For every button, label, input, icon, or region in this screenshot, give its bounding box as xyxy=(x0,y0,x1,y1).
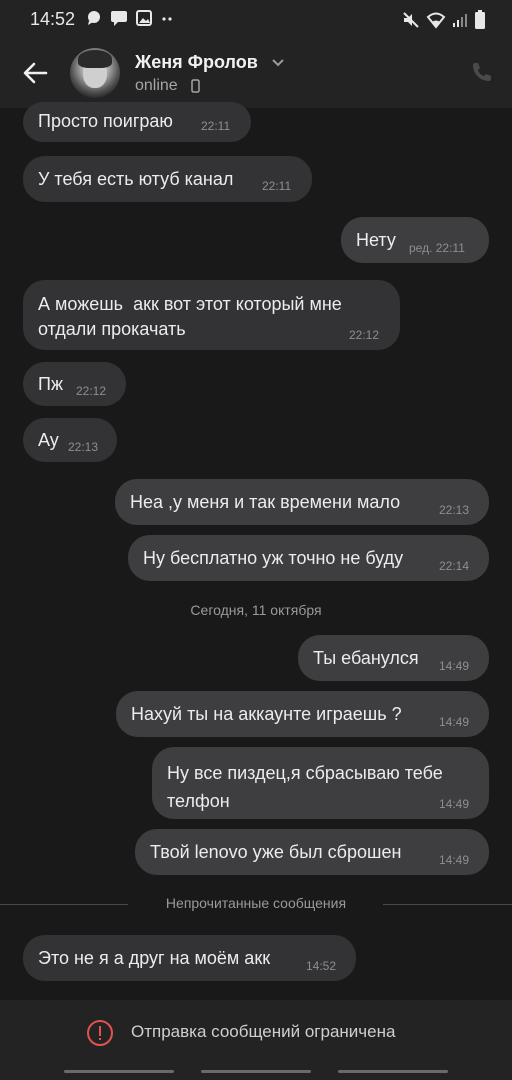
message-bubble-incoming[interactable]: У тебя есть ютуб канал 22:11 xyxy=(23,156,312,202)
status-time: 14:52 xyxy=(30,9,76,29)
unread-separator: Непрочитанные сообщения xyxy=(0,894,512,914)
message-bubble-incoming[interactable]: Пж 22:12 xyxy=(23,362,126,406)
restriction-message: Отправка сообщений ограничена xyxy=(131,1022,396,1041)
message-bubble-incoming[interactable]: Это не я а друг на моём акк 14:52 xyxy=(23,935,356,981)
gallery-notification-icon xyxy=(136,10,152,26)
nav-hint-left[interactable] xyxy=(64,1070,174,1073)
battery-icon xyxy=(475,10,485,29)
message-bubble-outgoing[interactable]: Нету ред. 22:11 xyxy=(341,217,489,263)
message-notification-icon xyxy=(111,11,127,26)
message-text: А можешь акк вот этот который мне отдали… xyxy=(38,294,342,339)
system-icons xyxy=(402,10,486,30)
chat-header: Женя Фролов online xyxy=(0,38,512,108)
message-text: Нету xyxy=(356,230,396,250)
message-text: Это не я а друг на моём акк xyxy=(38,948,271,968)
message-bubble-outgoing[interactable]: Ну бесплатно уж точно не буду 22:14 xyxy=(128,535,489,581)
input-restricted-bar: Отправка сообщений ограничена xyxy=(0,1000,512,1080)
message-bubble-outgoing[interactable]: Твой lenovo уже был сброшен 14:49 xyxy=(135,829,489,875)
wifi-icon xyxy=(426,12,446,29)
notification-icons xyxy=(86,10,174,26)
back-arrow-icon[interactable] xyxy=(20,60,50,86)
message-time: 14:49 xyxy=(439,853,470,867)
unread-label: Непрочитанные сообщения xyxy=(165,895,347,911)
message-bubble-outgoing[interactable]: Нахуй ты на аккаунте играешь ? 14:49 xyxy=(116,691,489,737)
unread-divider-right xyxy=(383,904,512,905)
message-text: У тебя есть ютуб канал xyxy=(38,169,234,189)
message-text: Просто поиграю xyxy=(38,111,173,131)
message-time: 22:14 xyxy=(439,559,470,573)
message-bubble-incoming[interactable]: Просто поиграю 22:11 xyxy=(23,102,251,142)
avatar-hair xyxy=(78,50,112,68)
message-text: Ну бесплатно уж точно не буду xyxy=(143,548,404,568)
chevron-down-icon[interactable] xyxy=(271,58,285,68)
message-text: Нахуй ты на аккаунте играешь ? xyxy=(131,704,402,724)
message-bubble-outgoing[interactable]: Ну все пиздец,я сбрасываю тебе телфон 14… xyxy=(152,747,489,819)
message-bubble-incoming[interactable]: А можешь акк вот этот который мне отдали… xyxy=(23,280,400,350)
mute-icon xyxy=(403,12,419,28)
status-bar: 14:52 xyxy=(0,0,512,38)
message-time: 22:13 xyxy=(68,440,99,454)
message-time: 22:12 xyxy=(76,384,107,398)
message-list[interactable]: Просто поиграю 22:11 У тебя есть ютуб ка… xyxy=(0,102,512,1000)
date-separator: Сегодня, 11 октября xyxy=(190,602,322,618)
message-text: Ну все пиздец,я сбрасываю тебе телфон xyxy=(167,763,443,811)
message-text: Твой lenovo уже был сброшен xyxy=(150,842,402,862)
message-text: Ау xyxy=(38,430,59,450)
message-time: ред. 22:11 xyxy=(409,241,465,255)
phone-call-icon[interactable] xyxy=(470,60,494,84)
message-text: Неа ,у меня и так времени мало xyxy=(130,492,401,512)
contact-avatar[interactable] xyxy=(70,48,120,98)
signal-icon xyxy=(453,14,467,27)
gesture-nav-bar[interactable] xyxy=(0,1066,512,1080)
message-time: 14:49 xyxy=(439,715,470,729)
message-time: 14:52 xyxy=(306,959,337,973)
contact-status: online xyxy=(135,77,178,94)
nav-hint-center[interactable] xyxy=(201,1070,311,1073)
message-bubble-incoming[interactable]: Ау 22:13 xyxy=(23,418,117,462)
message-bubble-outgoing[interactable]: Неа ,у меня и так времени мало 22:13 xyxy=(115,479,489,525)
message-time: 22:12 xyxy=(349,328,380,342)
message-text: Ты ебанулся xyxy=(313,648,419,668)
contact-name[interactable]: Женя Фролов xyxy=(135,52,258,73)
warning-icon xyxy=(87,1020,113,1046)
message-text: Пж xyxy=(38,374,63,394)
message-time: 14:49 xyxy=(439,797,470,811)
nav-hint-right[interactable] xyxy=(338,1070,448,1073)
message-time: 22:13 xyxy=(439,503,470,517)
message-time: 22:11 xyxy=(262,179,292,193)
more-notifications-icon xyxy=(162,17,172,21)
message-time: 14:49 xyxy=(439,659,470,673)
chat-notification-icon xyxy=(88,11,100,25)
mobile-device-icon xyxy=(191,79,200,93)
message-bubble-outgoing[interactable]: Ты ебанулся 14:49 xyxy=(298,635,489,681)
message-time: 22:11 xyxy=(201,119,231,133)
